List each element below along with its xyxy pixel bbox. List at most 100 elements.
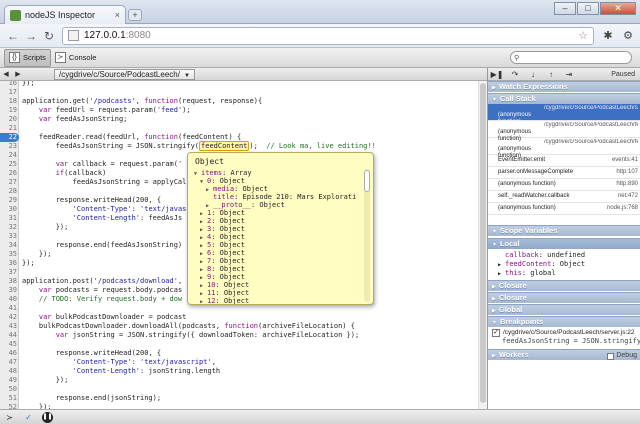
watch-expressions-pane[interactable]: ▶ Watch Expressions (488, 81, 640, 92)
step-over-icon[interactable]: ↷ (506, 68, 524, 81)
line-number[interactable]: 33 (0, 232, 17, 241)
scope-variable-name: feedContent (505, 260, 552, 268)
line-number[interactable]: 48 (0, 367, 17, 376)
workers-pane[interactable]: ▶ Workers Debug (488, 349, 640, 360)
line-number[interactable]: 39 (0, 286, 17, 295)
line-number[interactable]: 50 (0, 385, 17, 394)
line-number[interactable]: 46 (0, 349, 17, 358)
debug-workers-toggle[interactable]: Debug (607, 351, 637, 361)
line-number[interactable]: 49 (0, 376, 17, 385)
line-number[interactable]: 45 (0, 340, 17, 349)
debug-checkbox[interactable] (607, 352, 615, 360)
line-number[interactable]: 41 (0, 304, 17, 313)
editor-scrollbar-thumb[interactable] (480, 83, 486, 403)
line-number[interactable]: 23 (0, 142, 17, 151)
line-number[interactable]: 30 (0, 205, 17, 214)
line-number[interactable]: 32 (0, 223, 17, 232)
scope-variable[interactable]: ▶ this: global (498, 269, 556, 279)
call-frame[interactable]: (anonymous function)/cygdrive/c/Source/P… (488, 138, 640, 159)
step-into-icon[interactable]: ↓ (524, 68, 542, 81)
object-property-row[interactable]: ▶ 12: Object (200, 297, 249, 304)
page-menu-icon[interactable]: ✱ (600, 28, 616, 44)
call-frame[interactable]: parser.onMessageComplete http:107 (488, 167, 640, 179)
line-number[interactable]: 21 (0, 124, 17, 133)
tab-scripts[interactable]: {} Scripts (4, 48, 51, 67)
call-frame-location: events:41 (611, 157, 638, 163)
new-tab-button[interactable]: + (128, 9, 142, 21)
editor-scrollbar[interactable] (478, 81, 487, 409)
back-button[interactable]: ← (4, 27, 22, 45)
step-out-icon[interactable]: ↑ (542, 68, 560, 81)
reload-button[interactable]: ↻ (40, 27, 58, 45)
call-frame[interactable]: self._readWatcher.callback net:472 (488, 191, 640, 203)
call-frame[interactable]: (anonymous function)/cygdrive/c/Source/P… (488, 121, 640, 142)
tab-close-icon[interactable]: × (115, 10, 120, 20)
wrench-menu-icon[interactable]: ⚙ (620, 28, 636, 44)
pause-on-exceptions-icon[interactable]: ❚❚ (42, 411, 53, 423)
line-number[interactable]: 34 (0, 241, 17, 250)
line-number[interactable]: 19 (0, 106, 17, 115)
expand-triangle-icon[interactable]: ▶ (498, 270, 505, 279)
expand-triangle-icon[interactable]: ▶ (200, 298, 207, 304)
call-frame[interactable]: (anonymous function) http:890 (488, 179, 640, 191)
address-bar[interactable]: 127.0.0.1:8080 ☆ (62, 26, 594, 45)
line-number[interactable]: 40 (0, 295, 17, 304)
breakpoint-checkbox[interactable]: ✓ (492, 328, 500, 337)
call-stack-pane[interactable]: ▼ Call Stack (488, 93, 640, 104)
line-number[interactable]: 26 (0, 169, 17, 178)
line-number[interactable]: 47 (0, 358, 17, 367)
console-toggle-icon[interactable]: ≻ (4, 412, 15, 423)
closure-scope-pane[interactable]: ▶ Closure (488, 280, 640, 291)
local-scope-pane[interactable]: ▼ Local (488, 238, 640, 249)
line-number[interactable]: 42 (0, 313, 17, 322)
line-number[interactable]: 16 (0, 81, 17, 88)
bookmark-star-icon[interactable]: ☆ (578, 29, 588, 42)
line-number[interactable]: 28 (0, 187, 17, 196)
call-frame[interactable]: (anonymous function)/cygdrive/c/Source/P… (488, 104, 640, 125)
next-file-icon[interactable]: ▶ (12, 70, 24, 78)
scope-variables-pane[interactable]: ▼ Scope Variables (488, 225, 640, 236)
line-number[interactable]: 18 (0, 97, 17, 106)
close-window-button[interactable]: ✕ (600, 2, 636, 15)
minimize-button[interactable]: – (554, 2, 576, 15)
line-number[interactable]: 24 (0, 151, 17, 160)
deactivate-breakpoints-icon[interactable]: ⇥ (560, 68, 578, 81)
pause-toggle-icon[interactable]: ▶❚ (488, 68, 506, 81)
property-value: : Object (211, 257, 245, 265)
line-number[interactable]: 38 (0, 277, 17, 286)
code-line: 19 var feedUrl = request.param('feed'); (0, 106, 487, 115)
property-value: : Object (215, 289, 250, 297)
call-frame[interactable]: (anonymous function) node.js:768 (488, 203, 640, 215)
browser-tab[interactable]: nodeJS Inspector × (4, 5, 126, 24)
line-number[interactable]: 20 (0, 115, 17, 124)
line-number[interactable]: 27 (0, 178, 17, 187)
call-frame[interactable]: EventEmitter.emit events:41 (488, 155, 640, 167)
maximize-button[interactable]: □ (577, 2, 599, 15)
line-number[interactable]: 51 (0, 394, 17, 403)
code-text: var callback = request.param(' (55, 160, 183, 168)
script-file-select[interactable]: /cygdrive/c/Source/PodcastLeech/▼ (54, 68, 195, 80)
breakpoints-pane[interactable]: ▼ Breakpoints (488, 316, 640, 327)
popover-scrollbar[interactable] (364, 169, 370, 302)
line-number[interactable]: 37 (0, 268, 17, 277)
tab-console[interactable]: ≻ Console (51, 49, 101, 67)
closure-scope-pane[interactable]: ▶ Closure (488, 292, 640, 303)
code-text: var jsonString = JSON.stringify({ downlo… (55, 331, 360, 339)
line-number[interactable]: 35 (0, 250, 17, 259)
global-scope-pane[interactable]: ▶ Global (488, 304, 640, 315)
popover-scrollbar-thumb[interactable] (364, 170, 370, 192)
breakpoint-line-number[interactable]: 22 (0, 133, 19, 142)
previous-file-icon[interactable]: ◀ (0, 70, 12, 78)
line-number[interactable]: 29 (0, 196, 17, 205)
search-input[interactable]: ⚲ (510, 51, 632, 64)
debugger-enabled-icon[interactable]: ✓ (23, 412, 34, 423)
line-number[interactable]: 43 (0, 322, 17, 331)
forward-button[interactable]: → (22, 27, 40, 45)
breakpoint-item[interactable]: ✓ /cygdrive/c/Source/PodcastLeech/server… (492, 328, 635, 337)
code-line: 23 feedAsJsonString = JSON.stringify(fee… (0, 141, 487, 151)
line-number[interactable]: 25 (0, 160, 17, 169)
line-number[interactable]: 36 (0, 259, 17, 268)
line-number[interactable]: 17 (0, 88, 17, 97)
line-number[interactable]: 44 (0, 331, 17, 340)
line-number[interactable]: 31 (0, 214, 17, 223)
